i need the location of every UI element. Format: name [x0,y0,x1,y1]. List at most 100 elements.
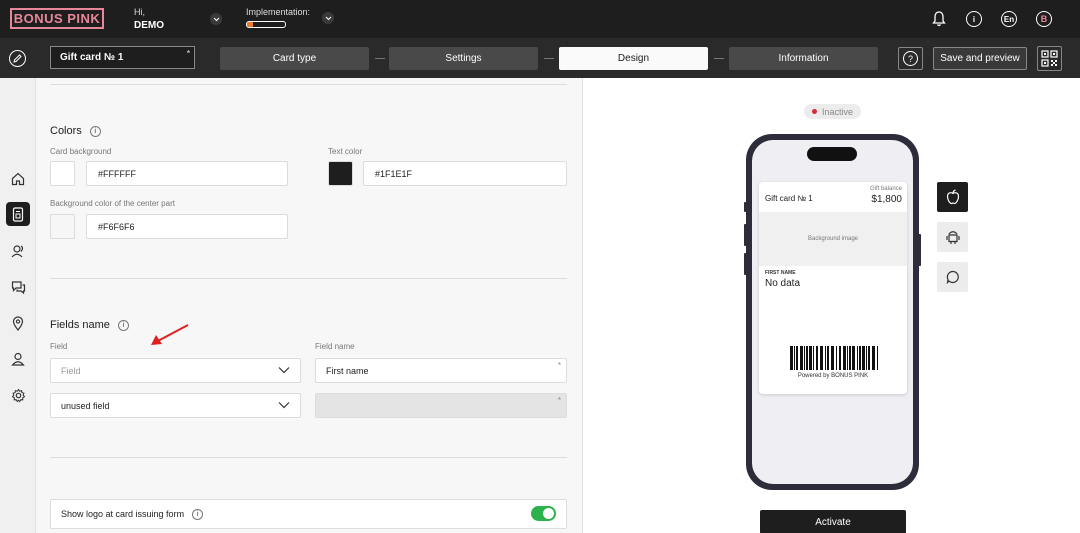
bg-image-label: Background image [807,236,859,242]
info-icon[interactable]: i [192,508,204,520]
card-first-name-value: No data [765,278,801,289]
step-separator [375,58,385,59]
center-bg-swatch[interactable] [50,214,75,239]
home-icon [11,172,25,186]
bell-icon[interactable] [931,11,947,27]
required-mark: * [557,361,561,370]
barcode-icon [790,346,878,370]
card-balance-value: $1,800 [871,194,902,205]
card-preview-panel: Inactive Gift card № 1 Gift balance $1,8… [582,78,1080,533]
avatar[interactable]: B [1036,11,1052,27]
preview-android-button[interactable] [937,222,968,252]
phone-notch [807,147,857,161]
implementation-label: Implementation: [246,7,311,17]
field-name-input-2: * [315,393,567,418]
text-color-label: Text color [328,147,363,156]
info-icon[interactable]: i [89,125,101,137]
wallet-card-preview: Gift card № 1 Gift balance $1,800 Backgr… [759,182,907,394]
sidebar-item-home[interactable] [6,167,30,191]
tab-information[interactable]: Information [729,47,878,70]
card-background-label: Card background [50,147,112,156]
design-form: Colors i Card background #FFFFFF Text co… [36,78,582,533]
section-divider [50,278,567,279]
implementation-progress: Implementation: [246,7,310,28]
qr-code-icon [1041,50,1058,67]
field-select-2[interactable]: unused field [50,393,301,418]
step-separator [544,58,554,59]
sidebar-item-settings[interactable] [6,383,30,407]
field-name-value: First name [326,365,369,376]
center-bg-input[interactable]: #F6F6F6 [86,214,288,239]
info-icon[interactable]: i [117,319,129,331]
center-bg-label: Background color of the center part [50,199,175,208]
show-logo-label: Show logo at card issuing form [61,509,185,519]
user-name: DEMO [134,20,164,31]
powered-by-text: Powered by BONUS PINK [797,373,869,379]
show-logo-toggle[interactable] [531,506,556,521]
chat-icon [11,281,25,294]
section-divider [50,457,567,458]
card-balance-label: Gift balance [869,186,902,192]
annotation-arrow-icon [151,324,189,345]
question-icon: ? [903,51,918,66]
message-icon [946,270,959,284]
top-bar: BONUS PINK Hi, DEMO Implementation: i En… [0,0,1080,38]
save-and-preview-button[interactable]: Save and preview [933,47,1027,70]
colors-title-text: Colors [50,125,82,137]
brand-logo[interactable]: BONUS PINK [10,8,104,29]
apple-icon [946,189,959,205]
status-badge: Inactive [804,104,861,119]
card-name-input[interactable]: Gift card № 1 * [50,46,195,69]
language-switch[interactable]: En [1001,11,1017,27]
card-background-swatch[interactable] [50,161,75,186]
field-select-value: unused field [61,400,110,411]
gear-icon [11,388,25,402]
phone-mockup: Gift card № 1 Gift balance $1,800 Backgr… [746,134,919,490]
sidebar-item-locations[interactable] [6,311,30,335]
card-icon [12,206,24,222]
preview-ios-button[interactable] [937,182,968,212]
field-name-input-1[interactable]: First name * [315,358,567,383]
user-menu-chevron-icon[interactable] [210,13,222,25]
info-icon[interactable]: i [966,11,982,27]
android-icon [945,231,960,244]
required-mark: * [186,49,190,58]
field-select-placeholder: Field [61,365,81,376]
section-divider [50,84,567,85]
field-column-label: Field [50,342,68,351]
show-logo-row: Show logo at card issuing form i [50,499,567,529]
greeting-text: Hi, [134,7,145,17]
fields-title-text: Fields name [50,319,110,331]
field-select-1[interactable]: Field [50,358,301,383]
edit-pencil-icon[interactable] [9,50,26,67]
tab-settings[interactable]: Settings [389,47,538,70]
activate-button[interactable]: Activate [760,510,906,533]
card-preview-name: Gift card № 1 [765,194,813,203]
editor-nav-bar: Gift card № 1 * Card type Settings Desig… [0,38,1080,78]
implementation-chevron-icon[interactable] [322,12,334,24]
status-text: Inactive [821,106,854,117]
sidebar-item-messages[interactable] [6,275,30,299]
sidebar-item-cards[interactable] [6,202,30,226]
phone-screen: Gift card № 1 Gift balance $1,800 Backgr… [752,140,913,484]
qr-code-button[interactable] [1037,46,1062,71]
card-background-image: Background image [759,212,907,266]
sidebar-item-clients[interactable] [6,239,30,263]
sidebar-item-profile[interactable] [6,347,30,371]
colors-section-title: Colors i [50,125,101,137]
left-sidebar [0,78,36,533]
text-color-swatch[interactable] [328,161,353,186]
required-mark: * [557,396,561,405]
preview-message-button[interactable] [937,262,968,292]
tab-design[interactable]: Design [559,47,708,70]
field-name-column-label: Field name [315,342,355,351]
location-icon [12,315,24,331]
step-separator [714,58,724,59]
user-greeting[interactable]: Hi, DEMO [134,7,164,31]
card-background-input[interactable]: #FFFFFF [86,161,288,186]
help-button[interactable]: ? [898,47,923,70]
user-icon [11,352,25,366]
tab-card-type[interactable]: Card type [220,47,369,70]
chevron-down-icon [278,402,290,409]
text-color-input[interactable]: #1F1E1F [363,161,567,186]
